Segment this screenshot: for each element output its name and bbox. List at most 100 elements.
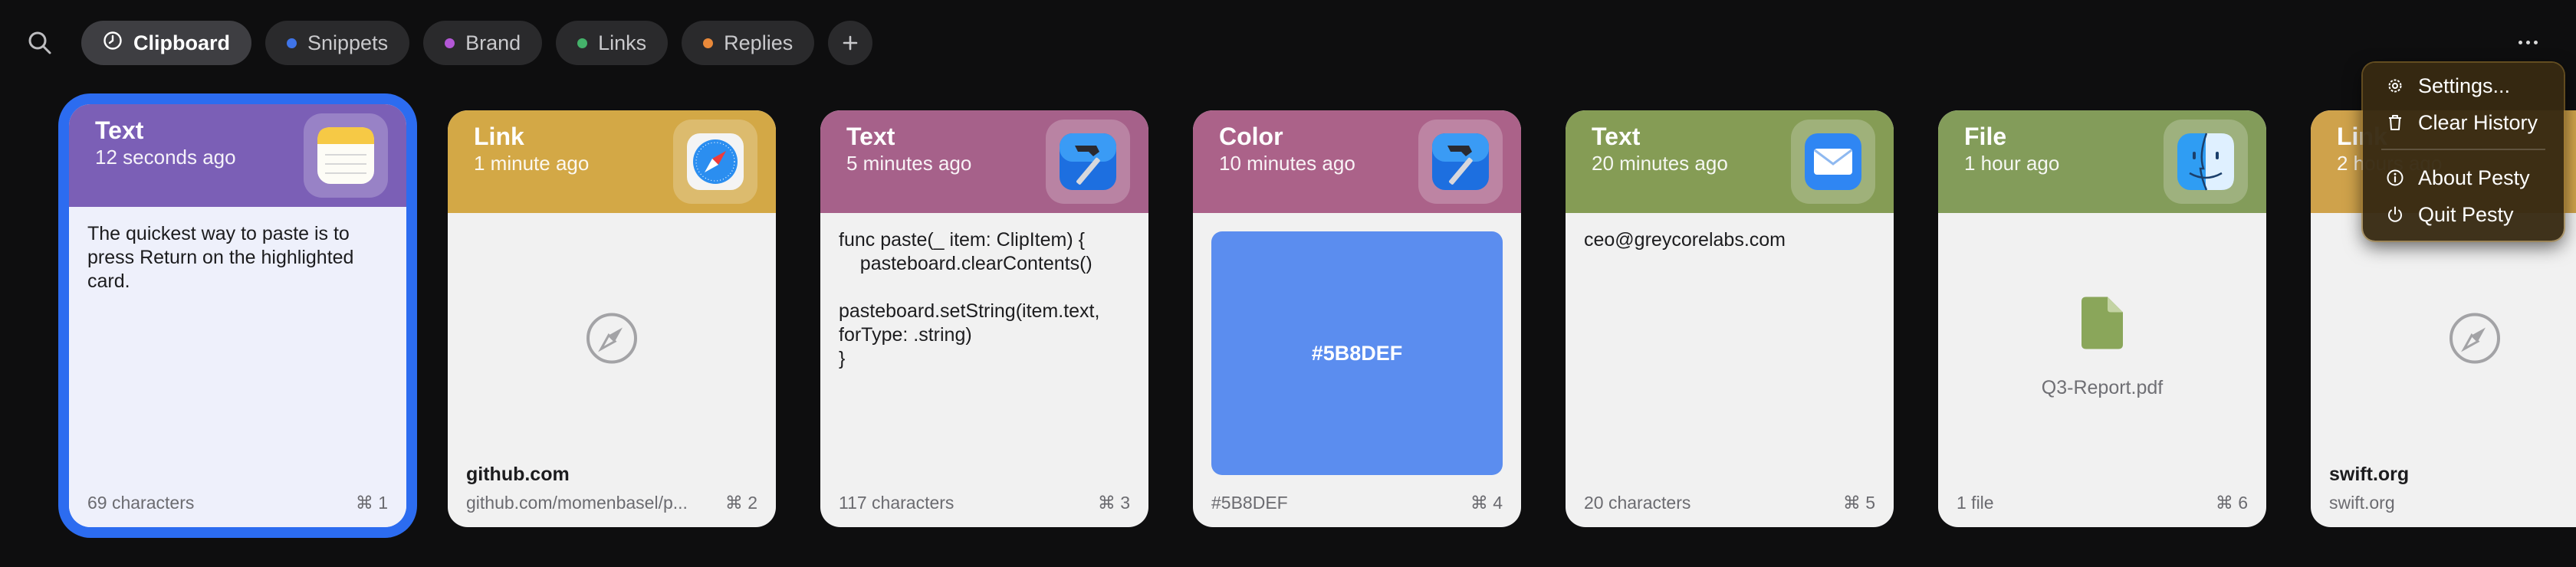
- clip-text: ceo@greycorelabs.com: [1584, 229, 1786, 251]
- card-time: 10 minutes ago: [1219, 152, 1355, 175]
- menu-item-quit[interactable]: Quit Pesty: [2386, 199, 2514, 230]
- card-type: Text: [95, 116, 144, 144]
- card-time: 1 minute ago: [474, 152, 590, 175]
- options-menu: Settings... Clear History About Pesty Qu…: [2363, 63, 2564, 241]
- clip-card-1[interactable]: Text 12 seconds ago The quickest way to …: [69, 104, 406, 527]
- card-footer: 20 characters ⌘ 5: [1584, 493, 1875, 513]
- plus-icon: [843, 35, 858, 51]
- menu-label: Clear History: [2418, 110, 2538, 134]
- tab-label: Links: [598, 31, 647, 54]
- clip-card-2[interactable]: Link 1 minute ago github.com github.com/…: [448, 110, 776, 527]
- clip-card-3[interactable]: Text 5 minutes ago func paste(_ item: Cl…: [820, 110, 1148, 527]
- add-tab-button[interactable]: [828, 21, 873, 65]
- card-type: Link: [474, 123, 524, 150]
- tab-bar: Clipboard Snippets Brand Links Replies: [81, 21, 873, 65]
- card-type: Text: [1592, 123, 1641, 150]
- xcode-icon: [1046, 120, 1130, 204]
- shortcut-hint: ⌘ 6: [2215, 493, 2248, 513]
- char-count: 20 characters: [1584, 493, 1691, 513]
- card-time: 1 hour ago: [1964, 152, 2060, 175]
- shortcut-hint: ⌘ 2: [724, 493, 757, 513]
- power-icon: [2388, 206, 2402, 222]
- card-footer: 1 file ⌘ 6: [1957, 493, 2248, 513]
- notes-icon: [304, 113, 388, 198]
- card-footer: swift.org: [2329, 493, 2576, 513]
- info-icon: [2387, 169, 2404, 186]
- finder-icon: [2164, 120, 2248, 204]
- card-header: Text 20 minutes ago: [1566, 110, 1894, 213]
- card-footer: 69 characters ⌘ 1: [87, 493, 388, 513]
- char-count: 117 characters: [839, 493, 955, 513]
- shortcut-hint: ⌘ 1: [355, 493, 388, 513]
- tab-color-dot: [703, 38, 714, 48]
- shortcut-hint: ⌘ 5: [1842, 493, 1875, 513]
- card-type: Color: [1219, 123, 1283, 150]
- card-time: 12 seconds ago: [95, 146, 236, 169]
- tab-replies[interactable]: Replies: [682, 21, 815, 65]
- tab-links[interactable]: Links: [556, 21, 669, 65]
- mail-icon: [1791, 120, 1875, 204]
- card-body: github.com github.com/momenbasel/p... ⌘ …: [448, 213, 776, 527]
- card-header: Color 10 minutes ago: [1193, 110, 1521, 213]
- card-header: Link 1 minute ago: [448, 110, 776, 213]
- card-body: func paste(_ item: ClipItem) { pasteboar…: [820, 213, 1148, 527]
- trash-icon: [2389, 115, 2401, 130]
- card-body: #5B8DEF #5B8DEF ⌘ 4: [1193, 213, 1521, 527]
- more-options-button[interactable]: [2509, 31, 2547, 54]
- tab-snippets[interactable]: Snippets: [265, 21, 410, 65]
- card-type: Text: [846, 123, 895, 150]
- clip-card-4[interactable]: Color 10 minutes ago #5B8DEF #5B8DEF ⌘ 4: [1193, 110, 1521, 527]
- char-count: 69 characters: [87, 493, 195, 513]
- menu-separator: [2381, 149, 2545, 150]
- clock-icon: [103, 31, 123, 56]
- file-count: 1 file: [1957, 493, 1994, 513]
- card-body: Q3-Report.pdf 1 file ⌘ 6: [1938, 213, 2266, 527]
- clip-card-5[interactable]: Text 20 minutes ago ceo@greycorelabs.com…: [1566, 110, 1894, 527]
- clip-text: func paste(_ item: ClipItem) { pasteboar…: [839, 229, 1100, 369]
- card-header: Text 12 seconds ago: [69, 104, 406, 207]
- card-time: 5 minutes ago: [846, 152, 972, 175]
- safari-icon: [673, 120, 757, 204]
- ellipsis-icon: [2518, 40, 2522, 44]
- swatch-label: #5B8DEF: [1311, 341, 1403, 365]
- menu-label: Settings...: [2418, 74, 2511, 97]
- tab-label: Brand: [465, 31, 521, 54]
- tab-label: Snippets: [307, 31, 389, 54]
- menu-label: Quit Pesty: [2418, 202, 2514, 226]
- card-footer: #5B8DEF ⌘ 4: [1211, 493, 1503, 513]
- card-body: swift.org swift.org: [2311, 213, 2576, 527]
- tab-color-dot: [445, 38, 455, 48]
- clip-card-6[interactable]: File 1 hour ago Q3-Report.pdf 1 file ⌘ 6: [1938, 110, 2266, 527]
- link-title: github.com: [466, 464, 570, 485]
- search-icon[interactable]: [26, 29, 54, 57]
- card-footer: github.com/momenbasel/p... ⌘ 2: [466, 493, 757, 513]
- card-body: ceo@greycorelabs.com 20 characters ⌘ 5: [1566, 213, 1894, 527]
- tab-color-dot: [577, 38, 588, 48]
- menu-item-clear-history[interactable]: Clear History: [2386, 107, 2538, 138]
- card-header: File 1 hour ago: [1938, 110, 2266, 213]
- card-body: The quickest way to paste is to press Re…: [69, 207, 406, 527]
- tab-color-dot: [287, 38, 297, 48]
- shortcut-hint: ⌘ 3: [1097, 493, 1130, 513]
- link-url: github.com/momenbasel/p...: [466, 493, 688, 513]
- xcode-icon: [1418, 120, 1503, 204]
- tab-brand[interactable]: Brand: [423, 21, 543, 65]
- compass-icon: [2448, 312, 2502, 369]
- menu-item-settings[interactable]: Settings...: [2386, 70, 2510, 101]
- link-url: swift.org: [2329, 493, 2395, 513]
- clip-text: The quickest way to paste is to press Re…: [87, 223, 360, 292]
- document-icon: [2082, 297, 2123, 353]
- compass-icon: [585, 312, 639, 369]
- tab-clipboard[interactable]: Clipboard: [81, 21, 251, 65]
- card-header: Text 5 minutes ago: [820, 110, 1148, 213]
- menu-label: About Pesty: [2418, 166, 2530, 189]
- color-swatch: #5B8DEF: [1211, 231, 1503, 475]
- tab-label: Clipboard: [133, 31, 230, 54]
- menu-item-about[interactable]: About Pesty: [2386, 162, 2530, 193]
- card-footer: 117 characters ⌘ 3: [839, 493, 1130, 513]
- link-title: swift.org: [2329, 464, 2410, 485]
- gear-icon: [2388, 79, 2402, 93]
- card-type: File: [1964, 123, 2007, 150]
- shortcut-hint: ⌘ 4: [1470, 493, 1503, 513]
- tab-label: Replies: [724, 31, 794, 54]
